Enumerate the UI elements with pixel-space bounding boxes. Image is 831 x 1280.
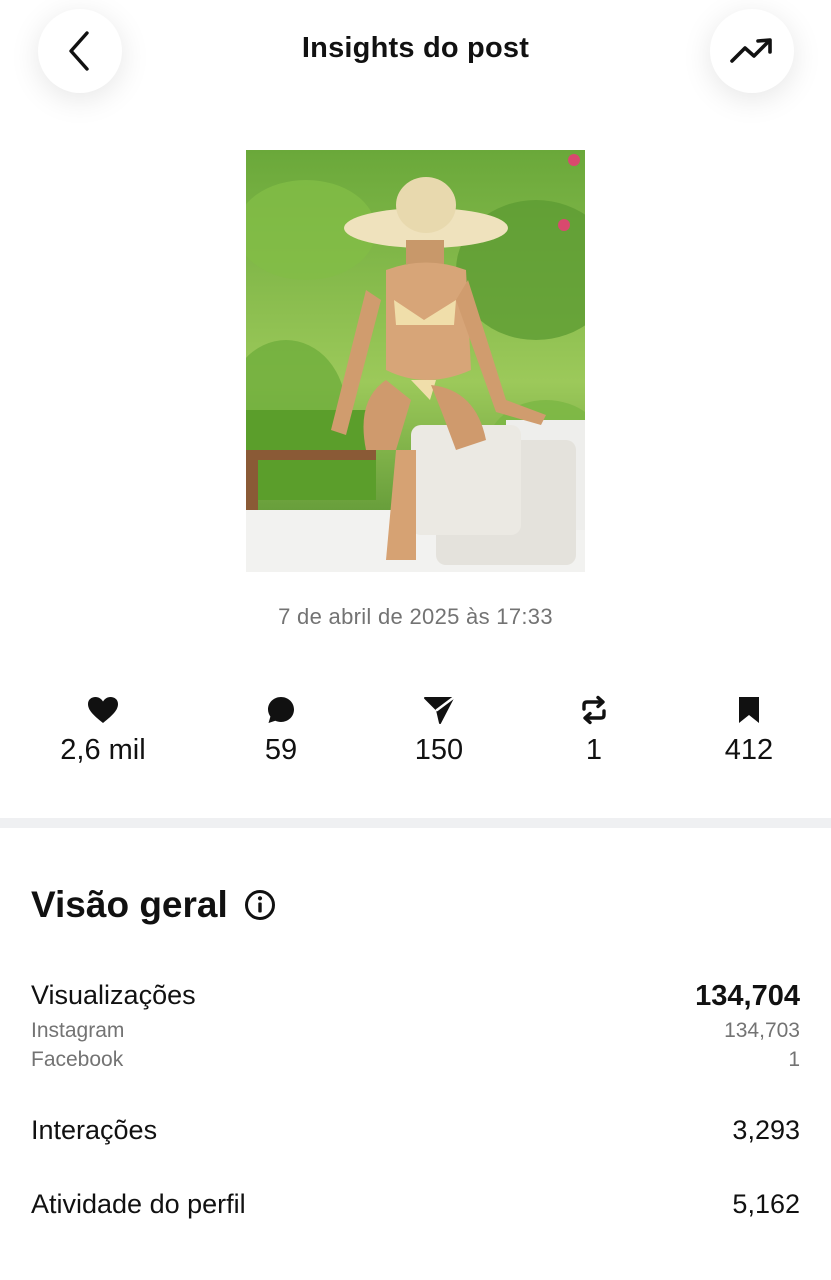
views-instagram-label: Instagram — [31, 1019, 125, 1042]
comments-count: 59 — [264, 734, 298, 766]
send-icon — [424, 696, 455, 724]
views-value: 134,704 — [695, 980, 800, 1012]
interactions-label[interactable]: Interações — [31, 1115, 157, 1146]
profile-activity-label[interactable]: Atividade do perfil — [31, 1189, 246, 1220]
likes-count: 2,6 mil — [60, 734, 146, 766]
repost-icon — [582, 695, 606, 725]
shares-stat: 150 — [359, 692, 519, 767]
heart-icon — [88, 697, 118, 723]
trending-up-icon — [730, 38, 772, 63]
header: Insights do post — [0, 0, 831, 110]
overview-heading: Visão geral — [31, 884, 276, 926]
views-instagram-value: 134,703 — [724, 1019, 800, 1042]
reposts-count: 1 — [585, 734, 603, 766]
post-date: 7 de abril de 2025 às 17:33 — [278, 604, 553, 629]
trend-button[interactable] — [710, 9, 794, 93]
views-facebook-label: Facebook — [31, 1048, 124, 1071]
likes-stat: 2,6 mil — [23, 692, 183, 767]
profile-activity-value: 5,162 — [732, 1189, 800, 1219]
comment-icon — [268, 697, 294, 723]
info-icon[interactable] — [244, 889, 276, 921]
interactions-value: 3,293 — [732, 1115, 800, 1145]
post-thumbnail[interactable] — [246, 150, 585, 572]
saves-count: 412 — [724, 734, 774, 766]
page-title: Insights do post — [301, 32, 530, 64]
saves-stat: 412 — [669, 692, 829, 767]
section-divider — [0, 818, 831, 828]
views-label: Visualizações — [31, 980, 196, 1010]
comments-stat: 59 — [201, 692, 361, 767]
views-facebook-value: 1 — [788, 1048, 800, 1071]
shares-count: 150 — [414, 734, 464, 766]
overview-title: Visão geral — [31, 884, 228, 925]
bookmark-icon — [739, 697, 759, 723]
reposts-stat: 1 — [514, 692, 674, 767]
